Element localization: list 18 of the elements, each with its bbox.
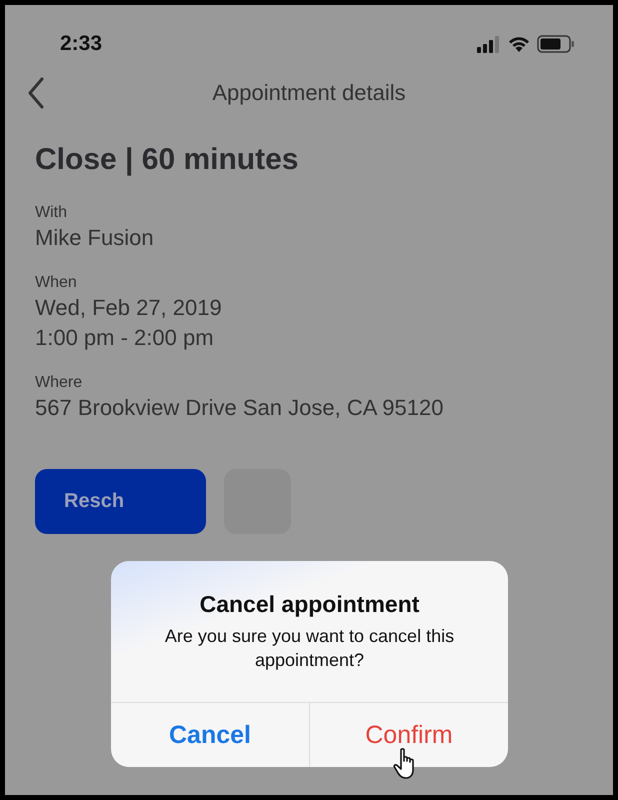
detail-value: Wed, Feb 27, 2019: [35, 294, 223, 322]
reschedule-button[interactable]: Resch: [35, 469, 206, 534]
screen-title: Appointment details: [212, 80, 406, 106]
detail-label: With: [35, 203, 68, 223]
detail-value: Mike Fusion: [35, 224, 155, 252]
wifi-icon: [507, 35, 531, 53]
dialog-title: Cancel appointment: [200, 591, 420, 618]
detail-value: 567 Brookview Drive San Jose, CA 95120: [35, 394, 444, 422]
detail-label: Where: [35, 373, 84, 393]
appointment-heading: Close | 60 minutes: [35, 143, 300, 177]
detail-label: When: [35, 273, 78, 293]
dialog-message: Are you sure you want to cancel this appointment?: [164, 625, 456, 672]
signal-icon: [477, 35, 501, 53]
back-icon[interactable]: [27, 77, 45, 109]
detail-value: 1:00 pm - 2:00 pm: [35, 324, 215, 352]
cancel-button[interactable]: Cancel: [111, 703, 309, 767]
battery-icon: [537, 35, 575, 53]
status-time: 2:33: [60, 32, 102, 56]
